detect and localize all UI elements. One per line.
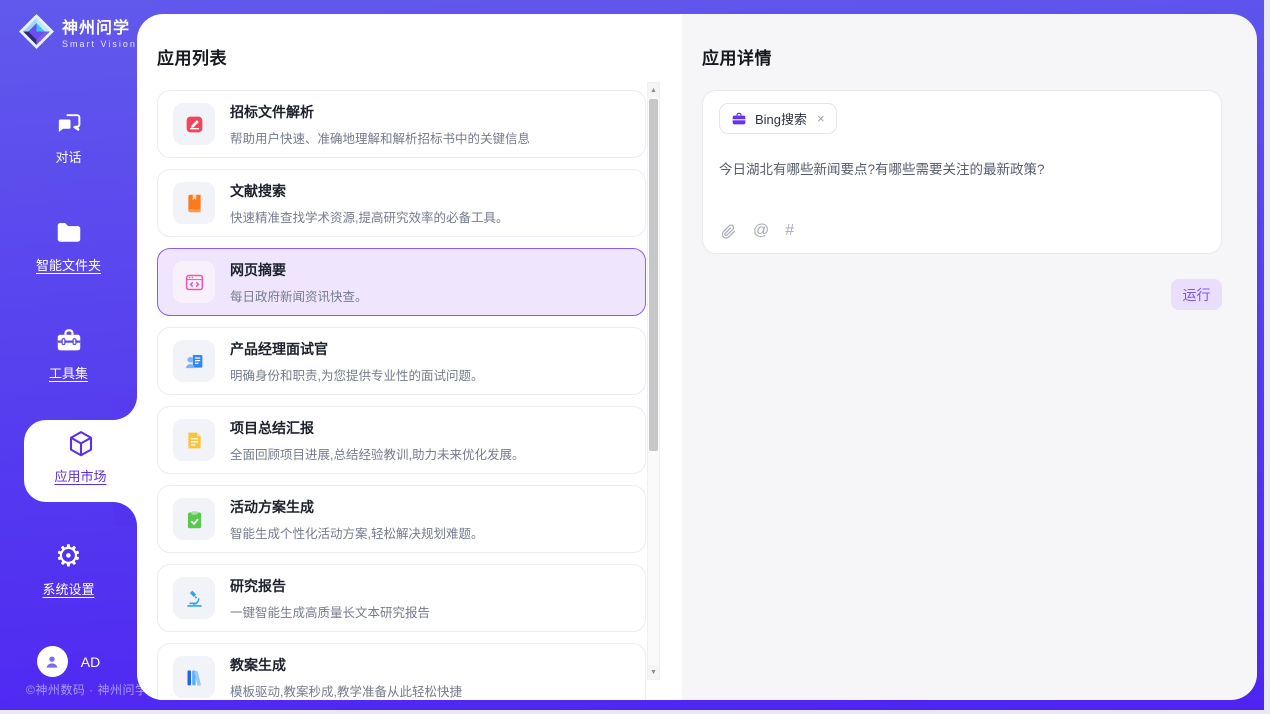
sidebar-item-smart-folder[interactable]: 智能文件夹 [0, 218, 137, 274]
input-toolbar: @ # [720, 222, 794, 240]
app-card-name: 项目总结汇报 [230, 418, 524, 438]
app-card-event-plan[interactable]: 活动方案生成 智能生成个性化活动方案,轻松解决规划难题。 [157, 485, 646, 553]
tool-chip-bing-search[interactable]: Bing搜索 × [719, 103, 837, 134]
app-card-project-summary[interactable]: 项目总结汇报 全面回顾项目进展,总结经验教训,助力未来优化发展。 [157, 406, 646, 474]
app-list: 招标文件解析 帮助用户快速、准确地理解和解析招标书中的关键信息 文献搜索 快速精… [157, 90, 646, 700]
list-scrollbar[interactable]: ▲ ▼ [647, 82, 660, 680]
scroll-down-icon[interactable]: ▼ [648, 665, 659, 679]
sidebar-item-toolset[interactable]: 工具集 [0, 326, 137, 382]
literature-book-icon [173, 182, 215, 224]
app-card-desc: 模板驱动,教案秒成,教学准备从此轻松快捷 [230, 681, 462, 700]
folder-icon [0, 218, 137, 248]
scroll-up-icon[interactable]: ▲ [648, 83, 659, 97]
app-card-desc: 每日政府新闻资讯快查。 [230, 286, 368, 305]
app-card-name: 活动方案生成 [230, 497, 483, 517]
tender-doc-icon [173, 103, 215, 145]
app-card-tender-parse[interactable]: 招标文件解析 帮助用户快速、准确地理解和解析招标书中的关键信息 [157, 90, 646, 158]
sidebar-item-label: 对话 [0, 147, 137, 166]
app-list-pane: 应用列表 招标文件解析 帮助用户快速、准确地理解和解析招标书中的关键信息 [137, 14, 682, 700]
diamond-logo-icon [18, 13, 55, 55]
run-button[interactable]: 运行 [1171, 279, 1222, 310]
app-card-pm-interviewer[interactable]: 产品经理面试官 明确身份和职责,为您提供专业性的面试问题。 [157, 327, 646, 395]
scrollbar-thumb[interactable] [649, 99, 658, 451]
app-card-name: 研究报告 [230, 576, 430, 596]
prompt-text[interactable]: 今日湖北有哪些新闻要点?有哪些需要关注的最新政策? [719, 158, 1205, 178]
app-card-name: 招标文件解析 [230, 102, 530, 122]
avatar [37, 646, 68, 677]
app-card-name: 文献搜索 [230, 181, 508, 201]
toolbox-icon [0, 326, 137, 356]
sidebar-item-settings[interactable]: ⚙ 系统设置 [0, 542, 137, 598]
app-detail-title: 应用详情 [702, 44, 1257, 69]
app-card-desc: 全面回顾项目进展,总结经验教训,助力未来优化发展。 [230, 444, 524, 463]
sidebar-item-label: 智能文件夹 [0, 255, 137, 274]
app-card-name: 网页摘要 [230, 260, 368, 280]
sidebar-item-label: 工具集 [0, 363, 137, 382]
chip-close-icon[interactable]: × [817, 111, 825, 126]
microscope-icon [173, 577, 215, 619]
brand-tagline: Smart Vision [62, 39, 137, 49]
interviewer-icon [173, 340, 215, 382]
attachment-icon[interactable] [720, 223, 737, 240]
run-row: 运行 [702, 279, 1222, 310]
tool-chip-label: Bing搜索 [755, 109, 807, 128]
bubble-curve-top [113, 396, 137, 420]
app-list-title: 应用列表 [157, 44, 682, 69]
brand-name: 神州问学 [62, 20, 137, 38]
user-account[interactable]: AD [0, 646, 137, 677]
cube-icon [24, 429, 137, 459]
app-card-name: 教案生成 [230, 655, 462, 675]
app-card-desc: 快速精准查找学术资源,提高研究效率的必备工具。 [230, 207, 508, 226]
app-card-desc: 帮助用户快速、准确地理解和解析招标书中的关键信息 [230, 128, 530, 147]
hash-icon[interactable]: # [785, 222, 794, 240]
main-content: 应用列表 招标文件解析 帮助用户快速、准确地理解和解析招标书中的关键信息 [137, 14, 1257, 700]
webpage-code-icon [173, 261, 215, 303]
app-card-literature-search[interactable]: 文献搜索 快速精准查找学术资源,提高研究效率的必备工具。 [157, 169, 646, 237]
app-card-desc: 智能生成个性化活动方案,轻松解决规划难题。 [230, 523, 483, 542]
bubble-curve-bottom [113, 502, 137, 526]
app-card-name: 产品经理面试官 [230, 339, 483, 359]
user-initials: AD [81, 654, 100, 670]
books-icon [173, 656, 215, 698]
person-icon [43, 653, 61, 671]
sidebar-item-chat[interactable]: 对话 [0, 110, 137, 166]
app-card-desc: 一键智能生成高质量长文本研究报告 [230, 602, 430, 621]
app-detail-pane: 应用详情 Bing搜索 × 今日湖北有哪些新闻要点?有哪些需要关注的最新政策? [682, 14, 1257, 700]
sidebar-item-label: 应用市场 [24, 466, 137, 485]
app-card-webpage-summary[interactable]: 网页摘要 每日政府新闻资讯快查。 [157, 248, 646, 316]
app-card-lesson-plan[interactable]: 教案生成 模板驱动,教案秒成,教学准备从此轻松快捷 [157, 643, 646, 700]
brand-logo: 神州问学 Smart Vision [18, 13, 137, 55]
prompt-input-card[interactable]: Bing搜索 × 今日湖北有哪些新闻要点?有哪些需要关注的最新政策? @ # [702, 90, 1222, 254]
mention-icon[interactable]: @ [753, 222, 769, 240]
briefcase-icon [731, 111, 747, 127]
app-card-desc: 明确身份和职责,为您提供专业性的面试问题。 [230, 365, 483, 384]
sidebar-item-label: 系统设置 [0, 579, 137, 598]
gear-icon: ⚙ [0, 542, 137, 572]
chat-icon [0, 110, 137, 140]
clipboard-check-icon [173, 498, 215, 540]
summary-doc-icon [173, 419, 215, 461]
sidebar-item-app-market[interactable]: 应用市场 [24, 420, 137, 502]
app-card-research-report[interactable]: 研究报告 一键智能生成高质量长文本研究报告 [157, 564, 646, 632]
